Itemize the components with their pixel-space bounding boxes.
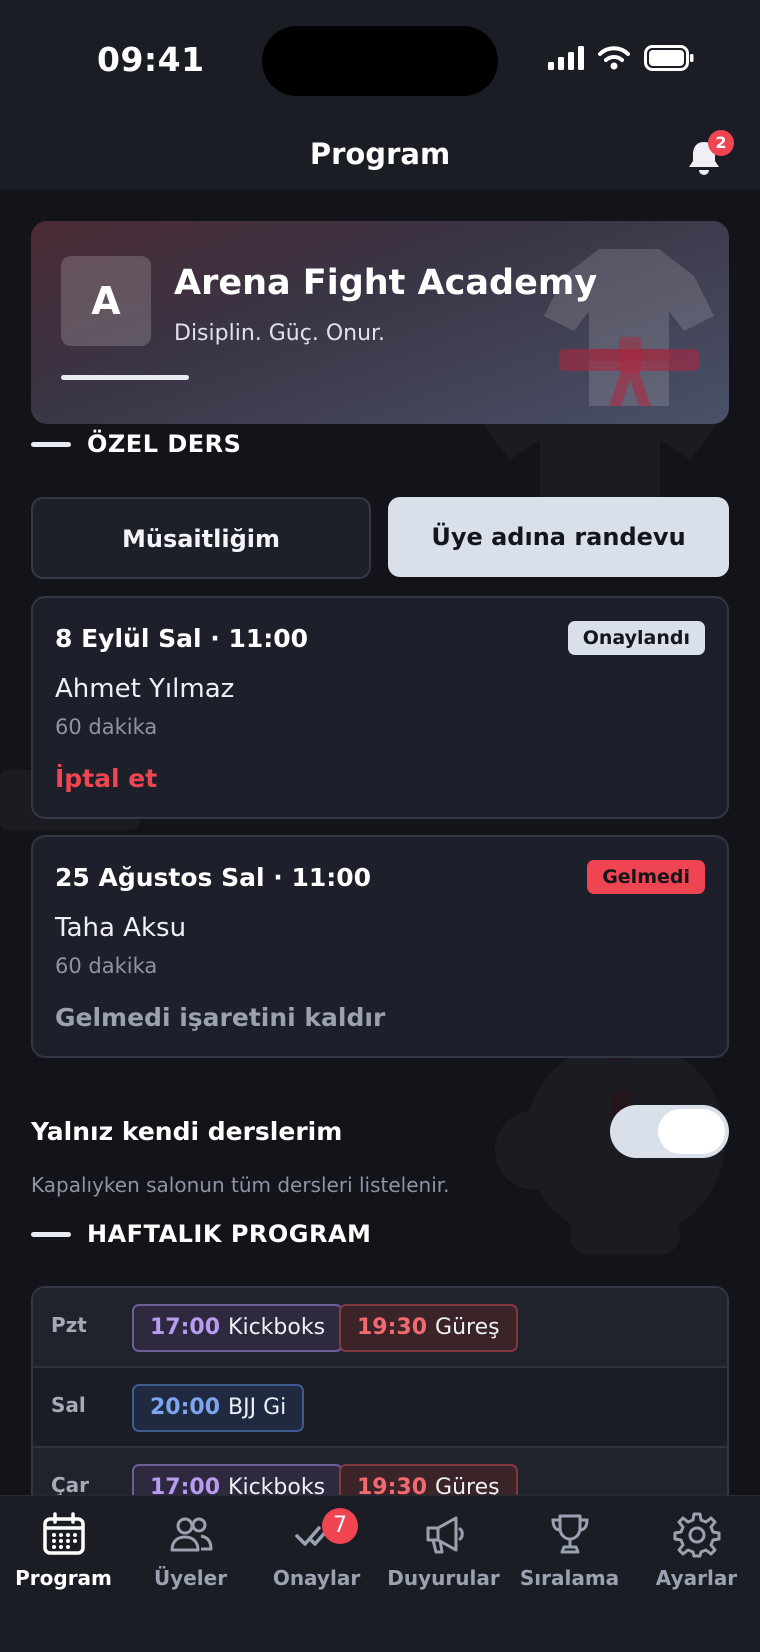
top-header: Program 2 xyxy=(0,120,760,190)
tab-label: Onaylar xyxy=(272,1566,361,1590)
class-time: 17:00 xyxy=(150,1315,221,1340)
users-icon xyxy=(170,1517,212,1552)
appointment-date: 8 Eylül Sal · 11:00 xyxy=(55,624,309,653)
status-icons xyxy=(548,45,694,71)
wifi-icon xyxy=(598,46,630,70)
class-name: BJJ Gi xyxy=(228,1395,287,1420)
class-name: Güreş xyxy=(435,1315,500,1340)
section-accent-line xyxy=(31,441,71,447)
page-title: Program xyxy=(309,137,451,171)
tab-label: Ayarlar xyxy=(655,1566,738,1590)
gear-icon xyxy=(673,1512,720,1558)
dynamic-island xyxy=(262,26,498,96)
hero-accent-bar xyxy=(61,375,189,380)
tab-label: Sıralama xyxy=(519,1566,620,1590)
tab-settings[interactable]: Ayarlar xyxy=(633,1510,760,1590)
weekly-schedule-table: Pzt 17:00 Kickboks 19:30 Güreş Sal 20:00 BJ… xyxy=(31,1286,729,1526)
appointment-duration: 60 dakika xyxy=(55,954,158,978)
gym-name: Arena Fight Academy xyxy=(174,263,598,303)
cellular-signal-icon xyxy=(548,46,584,70)
class-time: 20:00 xyxy=(150,1395,221,1420)
tab-label: Duyurular xyxy=(387,1566,500,1590)
status-badge: Gelmedi xyxy=(587,860,705,894)
class-chip[interactable]: 17:00 Kickboks xyxy=(132,1304,344,1352)
tab-label: Program xyxy=(15,1566,112,1590)
own-lessons-toggle-hint: Kapalıyken salonun tüm dersleri listelen… xyxy=(31,1173,450,1197)
weekly-program-section-header: HAFTALIK PROGRAM xyxy=(31,1220,371,1248)
cancel-appointment-button[interactable]: İptal et xyxy=(55,764,157,793)
gym-hero-card: A Arena Fight Academy Disiplin. Güç. Onu… xyxy=(31,221,729,424)
gym-avatar: A xyxy=(61,256,151,346)
trophy-icon xyxy=(550,1514,589,1554)
schedule-day: Pzt xyxy=(51,1313,87,1337)
approvals-count-badge: 7 xyxy=(322,1508,358,1544)
notification-badge: 2 xyxy=(708,130,734,156)
megaphone-icon xyxy=(426,1516,464,1554)
tab-approvals[interactable]: 7 Onaylar xyxy=(253,1508,380,1590)
status-bar: 09:41 xyxy=(0,0,760,120)
tab-book-for-member[interactable]: Üye adına randevu xyxy=(388,497,729,577)
unmark-no-show-button[interactable]: Gelmedi işaretini kaldır xyxy=(55,1003,385,1032)
status-time: 09:41 xyxy=(97,40,205,79)
member-name: Ahmet Yılmaz xyxy=(55,674,235,704)
schedule-row: Pzt 17:00 Kickboks 19:30 Güreş xyxy=(33,1288,727,1368)
gi-illustration xyxy=(544,249,714,406)
gym-tagline: Disiplin. Güç. Onur. xyxy=(174,321,386,346)
tab-announcements[interactable]: Duyurular xyxy=(380,1510,507,1590)
own-lessons-toggle-label: Yalnız kendi derslerim xyxy=(31,1117,343,1146)
weekly-program-title: HAFTALIK PROGRAM xyxy=(87,1220,372,1248)
battery-icon xyxy=(644,45,694,71)
notifications-button[interactable]: 2 xyxy=(678,130,734,182)
tab-program[interactable]: Program xyxy=(0,1510,127,1590)
calendar-icon xyxy=(42,1512,85,1555)
status-badge: Onaylandı xyxy=(567,621,705,655)
tab-leaderboard[interactable]: Sıralama xyxy=(506,1510,633,1590)
schedule-day: Çar xyxy=(51,1473,90,1497)
appointment-card: 25 Ağustos Sal · 11:00 Gelmedi Taha Aksu… xyxy=(31,835,729,1058)
tab-members[interactable]: Üyeler xyxy=(127,1510,254,1590)
appointment-duration: 60 dakika xyxy=(55,715,158,739)
appointment-date: 25 Ağustos Sal · 11:00 xyxy=(55,863,372,892)
toggle-knob xyxy=(658,1109,725,1154)
schedule-row: Sal 20:00 BJJ Gi xyxy=(33,1368,727,1448)
tab-my-availability[interactable]: Müsaitliğim xyxy=(31,497,371,579)
class-name: Kickboks xyxy=(228,1315,326,1340)
bottom-tab-bar: Program Üyeler 7 Onaylar Duyurular Sıral… xyxy=(0,1495,760,1652)
private-lessons-title: ÖZEL DERS xyxy=(87,430,242,458)
schedule-day: Sal xyxy=(51,1393,86,1417)
appointment-card: 8 Eylül Sal · 11:00 Onaylandı Ahmet Yılm… xyxy=(31,596,729,819)
member-name: Taha Aksu xyxy=(55,913,187,943)
class-chip[interactable]: 20:00 BJJ Gi xyxy=(132,1384,305,1432)
class-chip[interactable]: 19:30 Güreş xyxy=(339,1304,518,1352)
own-lessons-toggle[interactable] xyxy=(610,1105,729,1158)
section-accent-line xyxy=(31,1231,71,1237)
class-time: 19:30 xyxy=(357,1315,428,1340)
private-lessons-section-header: ÖZEL DERS xyxy=(31,430,241,458)
tab-label: Üyeler xyxy=(153,1566,228,1590)
